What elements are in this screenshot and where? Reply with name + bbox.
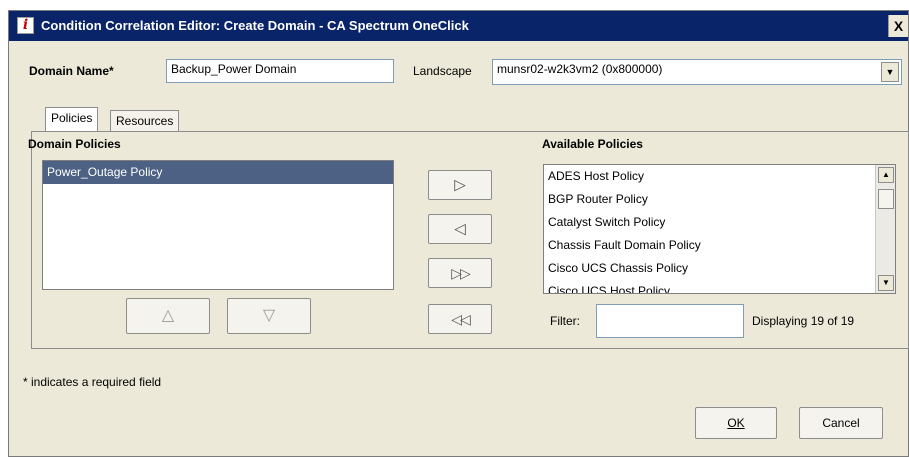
landscape-label: Landscape [413,64,472,78]
required-field-note: * indicates a required field [23,375,162,389]
ok-button[interactable]: OK [695,407,777,439]
domain-policies-list[interactable]: Power_Outage Policy [42,160,394,290]
add-all-policies-button[interactable]: ▷▷ [428,258,492,288]
list-item[interactable]: Cisco UCS Host Policy [544,280,875,293]
policies-panel: Domain Policies Power_Outage Policy △ ▽ … [28,131,909,349]
close-button[interactable]: X [888,15,908,37]
arrow-left-icon: ◁ [454,220,466,238]
dialog-window: i Condition Correlation Editor: Create D… [8,10,909,457]
available-policies-items: ADES Host Policy BGP Router Policy Catal… [544,165,875,293]
double-arrow-right-icon: ▷▷ [451,265,471,281]
vertical-scrollbar[interactable]: ▲ ▼ [875,165,895,293]
scroll-down-icon[interactable]: ▼ [878,275,894,291]
available-policies-list[interactable]: ADES Host Policy BGP Router Policy Catal… [543,164,896,294]
arrow-down-icon: ▽ [262,307,276,324]
double-arrow-left-icon: ◁◁ [451,311,471,327]
move-down-button[interactable]: ▽ [227,298,311,334]
scroll-up-icon[interactable]: ▲ [878,167,894,183]
landscape-value: munsr02-w2k3vm2 (0x800000) [497,62,663,76]
landscape-select[interactable]: munsr02-w2k3vm2 (0x800000) ▼ [492,59,902,85]
info-icon: i [17,17,34,34]
available-policies-title: Available Policies [542,137,643,151]
list-item[interactable]: Power_Outage Policy [43,161,393,184]
filter-input[interactable] [596,304,744,338]
domain-policies-title: Domain Policies [28,137,121,151]
domain-name-input[interactable]: Backup_Power Domain [166,59,394,83]
ok-button-label: OK [727,416,745,430]
tab-resources[interactable]: Resources [110,110,180,132]
list-item[interactable]: Catalyst Switch Policy [544,211,875,234]
move-up-button[interactable]: △ [126,298,210,334]
title-bar[interactable]: i Condition Correlation Editor: Create D… [9,11,908,41]
chevron-down-icon[interactable]: ▼ [881,62,899,82]
cancel-button[interactable]: Cancel [799,407,883,439]
remove-all-policies-button[interactable]: ◁◁ [428,304,492,334]
list-item[interactable]: BGP Router Policy [544,188,875,211]
list-item[interactable]: Chassis Fault Domain Policy [544,234,875,257]
add-policy-button[interactable]: ▷ [428,170,492,200]
list-item[interactable]: Cisco UCS Chassis Policy [544,257,875,280]
filter-label: Filter: [550,314,580,328]
tab-policies[interactable]: Policies [45,107,99,132]
scroll-thumb[interactable] [878,189,894,209]
remove-policy-button[interactable]: ◁ [428,214,492,244]
arrow-right-icon: ▷ [454,176,466,194]
arrow-up-icon: △ [161,307,175,324]
list-item[interactable]: ADES Host Policy [544,165,875,188]
displaying-count: Displaying 19 of 19 [752,314,855,328]
window-title: Condition Correlation Editor: Create Dom… [41,18,469,33]
domain-name-label: Domain Name* [29,64,114,78]
